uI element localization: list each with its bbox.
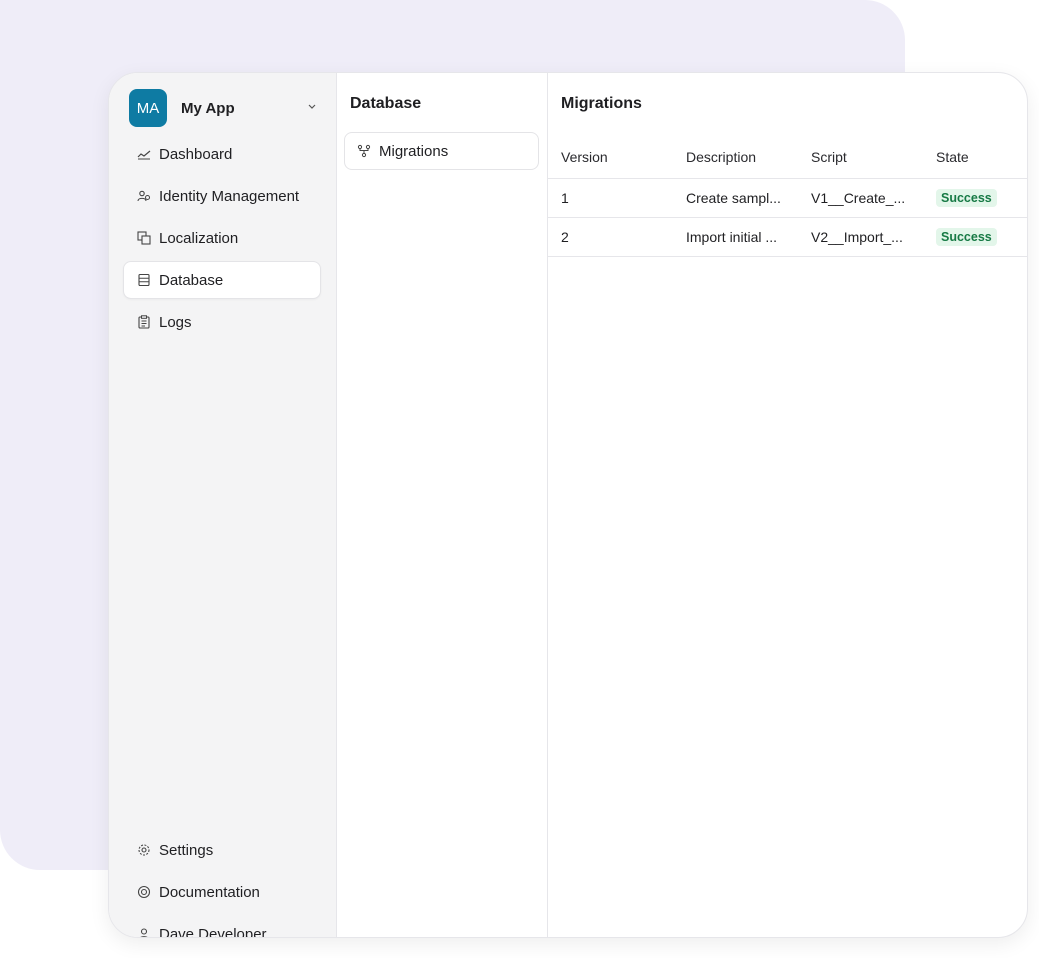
sidebar-item-label: Database <box>159 271 224 289</box>
cell-description: Import initial ... <box>673 217 798 257</box>
migrations-table: Version Description Script State 1 Creat… <box>548 136 1027 257</box>
clipboard-icon <box>137 315 151 329</box>
page-title: Migrations <box>561 95 642 112</box>
column-header-description[interactable]: Description <box>673 136 798 179</box>
app-avatar: MA <box>129 89 167 127</box>
sidebar-item-label: Documentation <box>159 883 260 901</box>
app-switcher[interactable]: MA My App <box>129 89 319 127</box>
migrations-panel: Migrations Version Description Script St… <box>548 73 1027 937</box>
status-badge: Success <box>936 228 997 246</box>
sidebar-item-label: Localization <box>159 229 239 247</box>
cell-script: V1__Create_... <box>798 178 923 218</box>
cell-version: 1 <box>548 178 673 218</box>
app-window: MA My App Dashboard Identity Management … <box>108 72 1028 938</box>
column-header-version[interactable]: Version <box>548 136 673 179</box>
database-panel: Database Migrations <box>337 73 548 937</box>
sidebar-item-identity-management[interactable]: Identity Management <box>123 177 321 215</box>
panel-title: Database <box>350 95 422 112</box>
user-icon <box>137 927 151 937</box>
cell-state: Success <box>923 178 1027 218</box>
sidebar-item-label: Dashboard <box>159 145 233 163</box>
sidebar-nav: Dashboard Identity Management Localizati… <box>123 135 321 345</box>
table-row[interactable]: 1 Create sampl... V1__Create_... Success <box>548 178 1027 218</box>
chart-line-icon <box>137 147 151 161</box>
sidebar-item-label: Settings <box>159 841 214 859</box>
database-icon <box>137 273 151 287</box>
sidebar-item-settings[interactable]: Settings <box>123 831 321 869</box>
table-row[interactable]: 2 Import initial ... V2__Import_... Succ… <box>548 217 1027 257</box>
sidebar-item-label: Dave Developer <box>159 925 267 938</box>
submenu-item-label: Migrations <box>379 142 449 160</box>
sidebar-item-profile[interactable]: Dave Developer <box>123 915 321 938</box>
cell-state: Success <box>923 217 1027 257</box>
submenu-item-migrations[interactable]: Migrations <box>344 132 539 170</box>
gear-icon <box>137 843 151 857</box>
translate-icon <box>137 231 151 245</box>
sidebar-item-dashboard[interactable]: Dashboard <box>123 135 321 173</box>
sidebar-item-label: Identity Management <box>159 187 300 205</box>
column-header-state[interactable]: State <box>923 136 1027 179</box>
git-merge-icon <box>357 144 371 158</box>
cell-script: V2__Import_... <box>798 217 923 257</box>
status-badge: Success <box>936 189 997 207</box>
sidebar-item-logs[interactable]: Logs <box>123 303 321 341</box>
cell-description: Create sampl... <box>673 178 798 218</box>
sidebar-item-documentation[interactable]: Documentation <box>123 873 321 911</box>
sidebar-item-database[interactable]: Database <box>123 261 321 299</box>
column-header-script[interactable]: Script <box>798 136 923 179</box>
app-name: My App <box>181 99 235 117</box>
sidebar-bottom-nav: Settings Documentation Dave Developer <box>123 831 321 938</box>
chevron-down-icon <box>308 104 316 109</box>
sidebar-item-label: Logs <box>159 313 192 331</box>
table-header-row: Version Description Script State <box>548 136 1027 179</box>
cell-version: 2 <box>548 217 673 257</box>
sidebar: MA My App Dashboard Identity Management … <box>109 73 337 937</box>
sidebar-item-localization[interactable]: Localization <box>123 219 321 257</box>
lifebuoy-icon <box>137 885 151 899</box>
users-icon <box>137 189 151 203</box>
